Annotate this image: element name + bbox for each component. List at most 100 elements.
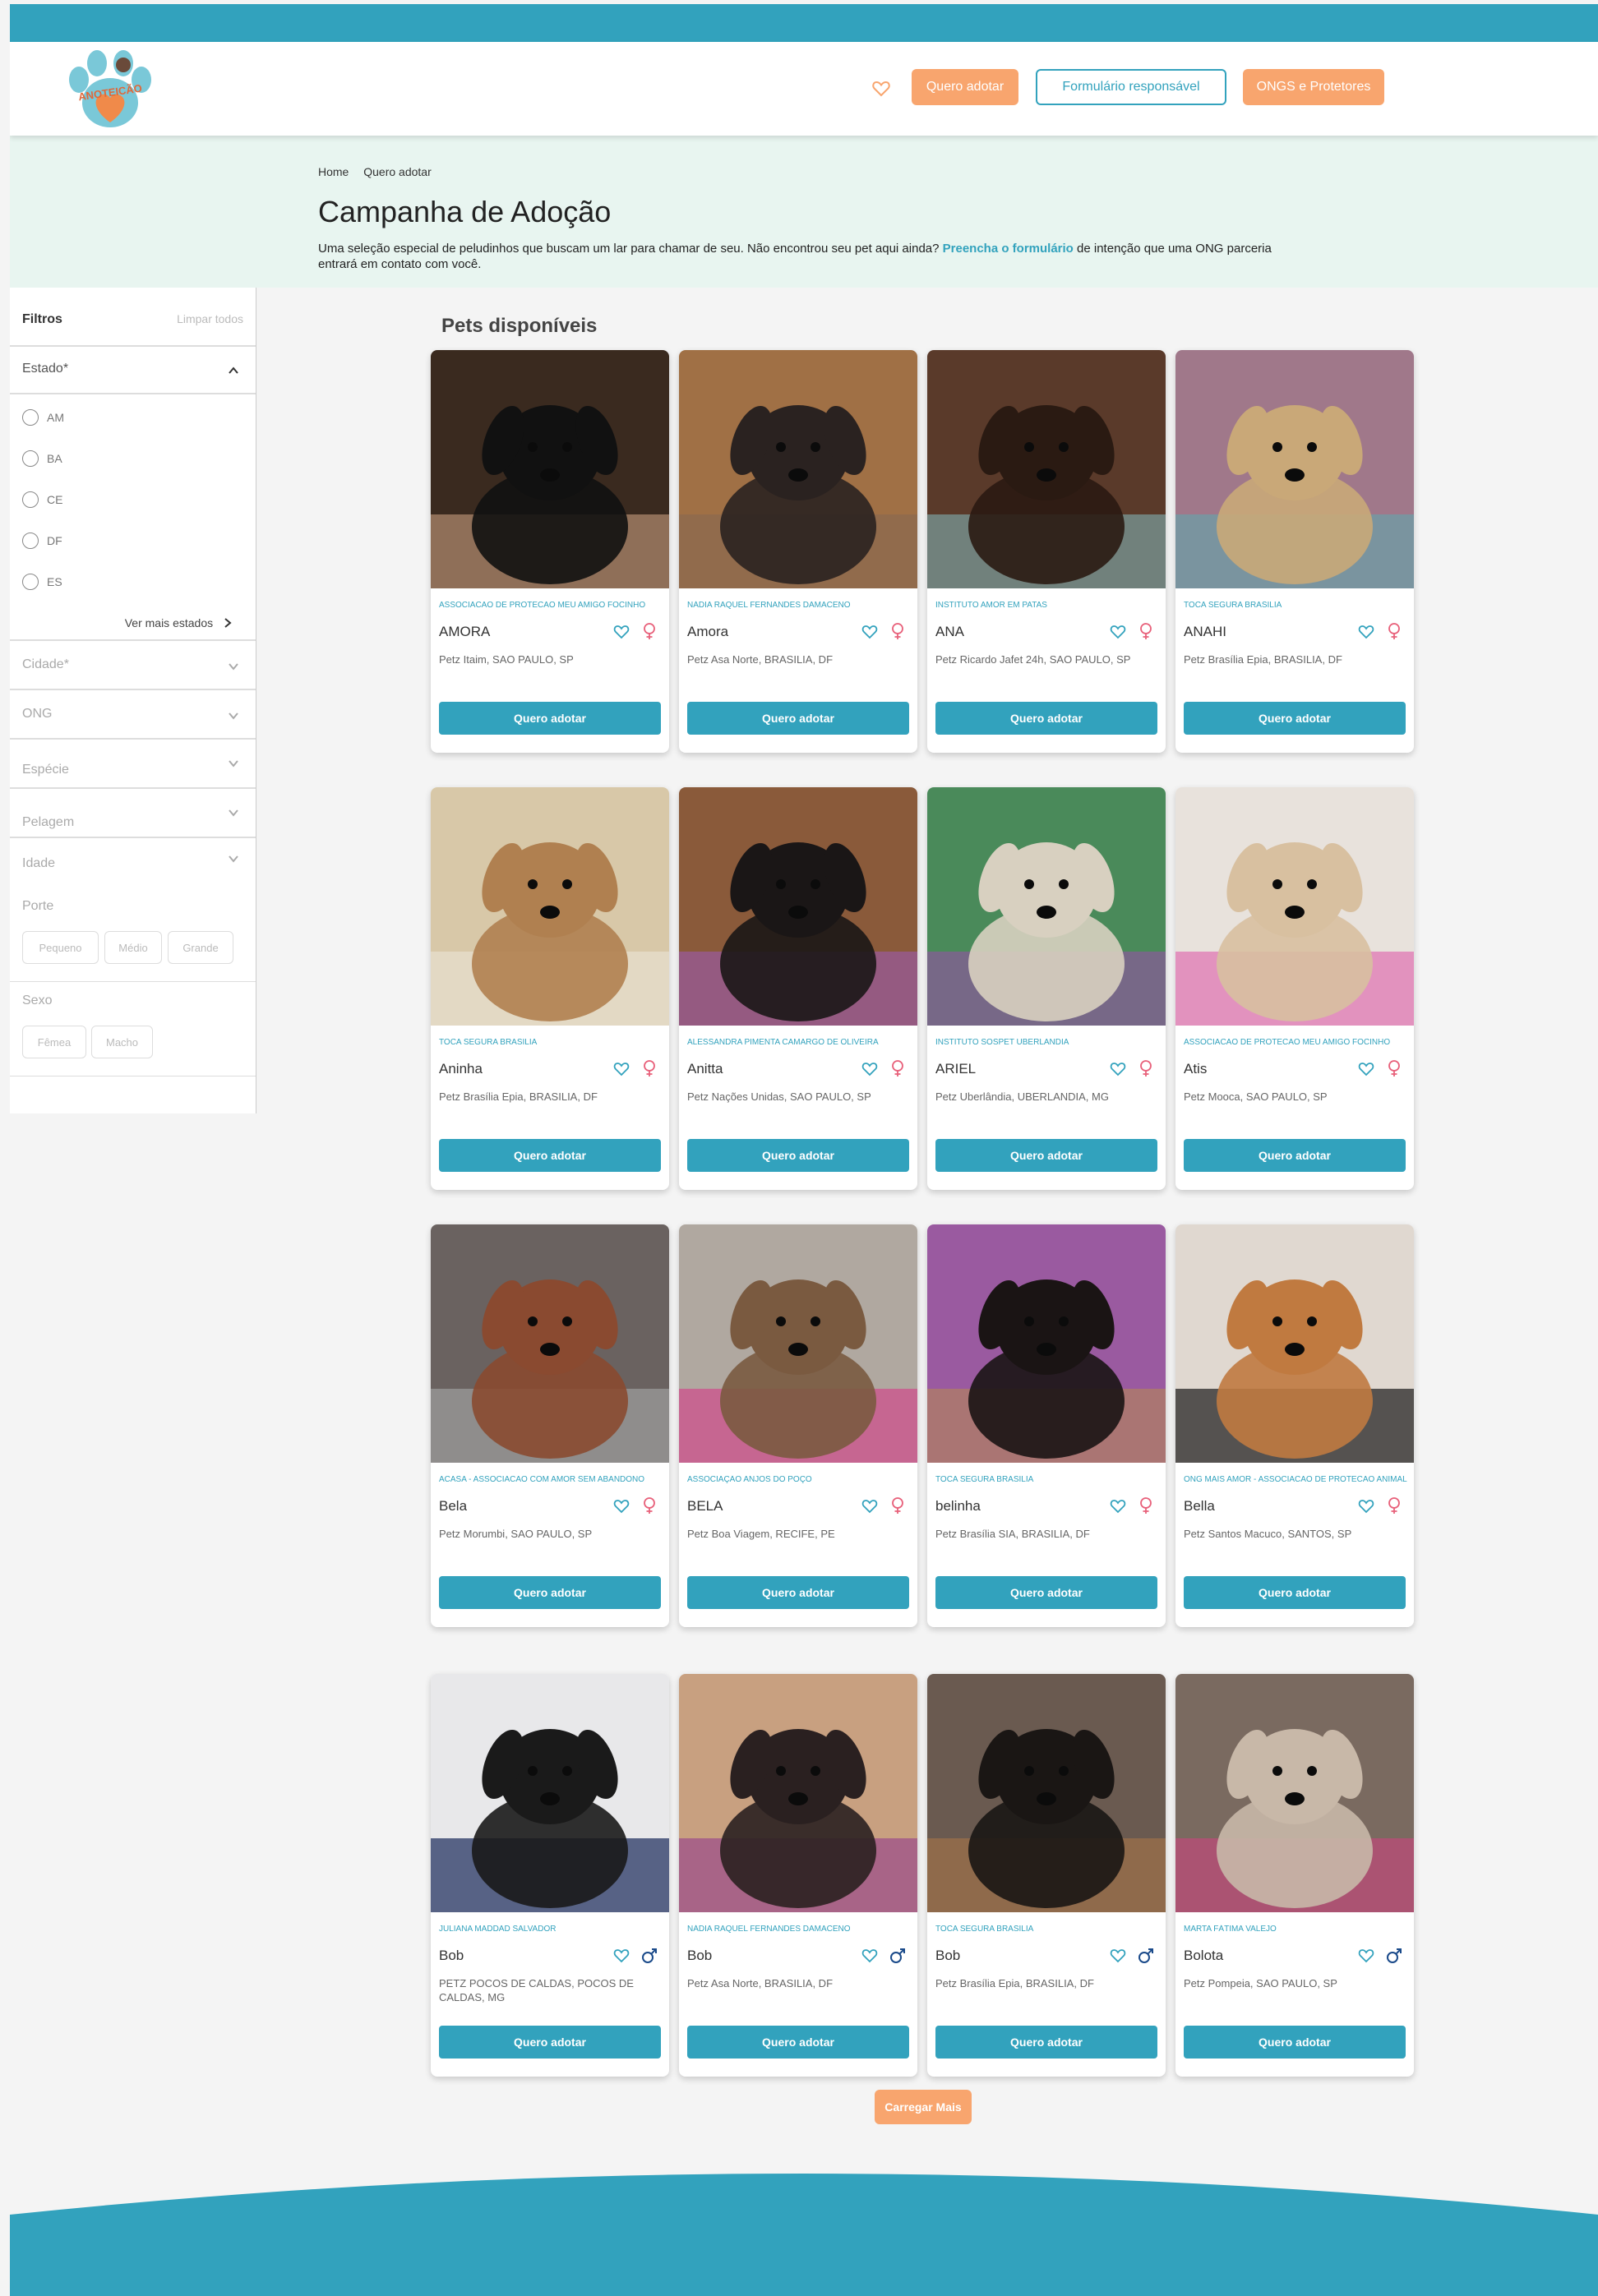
pet-photo[interactable] (679, 1224, 917, 1463)
filter-estado-header[interactable]: Estado* (10, 347, 256, 394)
pet-photo[interactable] (1175, 787, 1414, 1026)
adopt-button[interactable]: Quero adotar (935, 1576, 1157, 1609)
pet-photo[interactable] (431, 350, 669, 588)
favorite-heart-icon[interactable] (861, 1498, 878, 1515)
adopt-button[interactable]: Quero adotar (439, 1576, 661, 1609)
pet-photo[interactable] (927, 350, 1166, 588)
adopt-button[interactable]: Quero adotar (935, 702, 1157, 735)
favorite-heart-icon[interactable] (861, 1948, 878, 1964)
adopt-button[interactable]: Quero adotar (687, 2026, 909, 2059)
favorite-heart-icon[interactable] (1110, 1948, 1126, 1964)
nav-quero-adotar-button[interactable]: Quero adotar (912, 69, 1018, 105)
female-symbol-icon (1388, 623, 1400, 639)
pet-photo[interactable] (431, 1674, 669, 1912)
pet-card[interactable]: ASSOCIACAO DE PROTECAO MEU AMIGO FOCINHO… (431, 350, 669, 753)
pet-card[interactable]: TOCA SEGURA BRASILIA Aninha Petz Brasília … (431, 787, 669, 1190)
state-radio-ce[interactable]: CE (22, 491, 62, 508)
pet-card[interactable]: TOCA SEGURA BRASILIA Bob Petz Brasília Epi… (927, 1674, 1166, 2077)
sexo-femea-chip[interactable]: Fêmea (22, 1026, 86, 1058)
filter-idade[interactable]: Idade (10, 838, 256, 888)
pet-card[interactable]: ACASA - ASSOCIACAO COM AMOR SEM ABANDONO… (431, 1224, 669, 1627)
favorite-heart-icon[interactable] (613, 1061, 630, 1077)
favorite-heart-icon[interactable] (1110, 624, 1126, 640)
load-more-button[interactable]: Carregar Mais (875, 2090, 972, 2124)
pet-card[interactable]: TOCA SEGURA BRASILIA ANAHI Petz Brasília E… (1175, 350, 1414, 753)
pet-name: ANAHI (1184, 624, 1226, 639)
favorites-heart-icon[interactable] (871, 79, 891, 99)
filter-ong-label: ONG (22, 707, 53, 721)
pet-card[interactable]: ASSOCIAÇÃO ANJOS DO POÇO BELA Petz Boa Via… (679, 1224, 917, 1627)
pet-photo[interactable] (927, 787, 1166, 1026)
adopt-button[interactable]: Quero adotar (687, 1576, 909, 1609)
adopt-button[interactable]: Quero adotar (687, 702, 909, 735)
sexo-macho-chip[interactable]: Macho (91, 1026, 153, 1058)
pet-card[interactable]: INSTITUTO SOSPET UBERLANDIA ARIEL Petz Ube… (927, 787, 1166, 1190)
favorite-heart-icon[interactable] (613, 624, 630, 640)
adopt-button[interactable]: Quero adotar (1184, 2026, 1406, 2059)
form-link[interactable]: Preencha o formulário (943, 242, 1074, 256)
filter-especie[interactable]: Espécie (10, 740, 256, 789)
adopt-button[interactable]: Quero adotar (1184, 1576, 1406, 1609)
porte-grande-chip[interactable]: Grande (168, 931, 233, 964)
adopt-button[interactable]: Quero adotar (1184, 702, 1406, 735)
pet-photo[interactable] (679, 787, 917, 1026)
brand-logo[interactable]: ANOTEICÃO (61, 47, 159, 132)
breadcrumb-home[interactable]: Home (318, 165, 349, 178)
pet-org: TOCA SEGURA BRASILIA (1184, 601, 1282, 610)
adopt-button[interactable]: Quero adotar (439, 702, 661, 735)
favorite-heart-icon[interactable] (1110, 1061, 1126, 1077)
pet-photo[interactable] (927, 1674, 1166, 1912)
pet-location: Petz Mooca, SAO PAULO, SP (1184, 1090, 1328, 1103)
pet-photo[interactable] (1175, 1224, 1414, 1463)
pet-card[interactable]: INSTITUTO AMOR EM PATAS ANA Petz Ricardo J… (927, 350, 1166, 753)
favorite-heart-icon[interactable] (1358, 1498, 1374, 1515)
favorite-heart-icon[interactable] (861, 1061, 878, 1077)
pet-photo[interactable] (431, 1224, 669, 1463)
state-radio-ba[interactable]: BA (22, 450, 62, 467)
pet-photo[interactable] (679, 350, 917, 588)
favorite-heart-icon[interactable] (613, 1498, 630, 1515)
pet-card[interactable]: ONG MAIS AMOR - ASSOCIACAO DE PROTECAO A… (1175, 1224, 1414, 1627)
pet-card[interactable]: NÁDIA RAQUEL FERNANDES DAMACENO Bob Petz A… (679, 1674, 917, 2077)
porte-medio-chip[interactable]: Médio (104, 931, 162, 964)
adopt-button[interactable]: Quero adotar (439, 2026, 661, 2059)
favorite-heart-icon[interactable] (613, 1948, 630, 1964)
favorite-heart-icon[interactable] (1358, 1948, 1374, 1964)
nav-ongs-button[interactable]: ONGS e Protetores (1243, 69, 1384, 105)
nav-formulario-button[interactable]: Formulário responsável (1036, 69, 1226, 105)
pet-location: Petz Brasília Epia, BRASILIA, DF (935, 1977, 1094, 1989)
adopt-button[interactable]: Quero adotar (687, 1139, 909, 1172)
pet-card[interactable]: ASSOCIACAO DE PROTECAO MEU AMIGO FOCINHO… (1175, 787, 1414, 1190)
state-radio-df[interactable]: DF (22, 533, 62, 549)
pet-card[interactable]: TOCA SEGURA BRASILIA belinha Petz Brasília… (927, 1224, 1166, 1627)
favorite-heart-icon[interactable] (861, 624, 878, 640)
state-radio-es[interactable]: ES (22, 574, 62, 590)
favorite-heart-icon[interactable] (1110, 1498, 1126, 1515)
favorite-heart-icon[interactable] (1358, 624, 1374, 640)
pet-card[interactable]: JULIANA MADDAD SALVADOR Bob PETZ POCOS DE … (431, 1674, 669, 2077)
adopt-button[interactable]: Quero adotar (439, 1139, 661, 1172)
adopt-button[interactable]: Quero adotar (935, 2026, 1157, 2059)
pet-photo[interactable] (1175, 350, 1414, 588)
more-states-link[interactable]: Ver mais estados (125, 616, 233, 629)
pet-photo[interactable] (679, 1674, 917, 1912)
pet-card[interactable]: NÁDIA RAQUEL FERNANDES DAMACENO Amora Petz… (679, 350, 917, 753)
porte-pequeno-chip[interactable]: Pequeno (22, 931, 99, 964)
pet-card[interactable]: MARTA FÁTIMA VALEJO Bolota Petz Pompeia, S… (1175, 1674, 1414, 2077)
pet-name: Bob (687, 1948, 713, 1963)
pet-photo[interactable] (927, 1224, 1166, 1463)
pet-card[interactable]: ALESSANDRA PIMENTA CAMARGO DE OLIVEIRA An… (679, 787, 917, 1190)
favorite-heart-icon[interactable] (1358, 1061, 1374, 1077)
pet-photo[interactable] (1175, 1674, 1414, 1912)
adopt-button[interactable]: Quero adotar (1184, 1139, 1406, 1172)
adopt-button[interactable]: Quero adotar (935, 1139, 1157, 1172)
chevron-down-icon (229, 712, 238, 720)
filter-pelagem[interactable]: Pelagem (10, 789, 256, 838)
filter-pelagem-label: Pelagem (22, 815, 75, 829)
filter-ong[interactable]: ONG (10, 690, 256, 740)
pet-photo[interactable] (431, 787, 669, 1026)
state-radio-am[interactable]: AM (22, 409, 64, 426)
clear-filters-link[interactable]: Limpar todos (177, 312, 243, 325)
female-symbol-icon (1140, 623, 1152, 639)
filter-cidade[interactable]: Cidade* (10, 641, 256, 690)
